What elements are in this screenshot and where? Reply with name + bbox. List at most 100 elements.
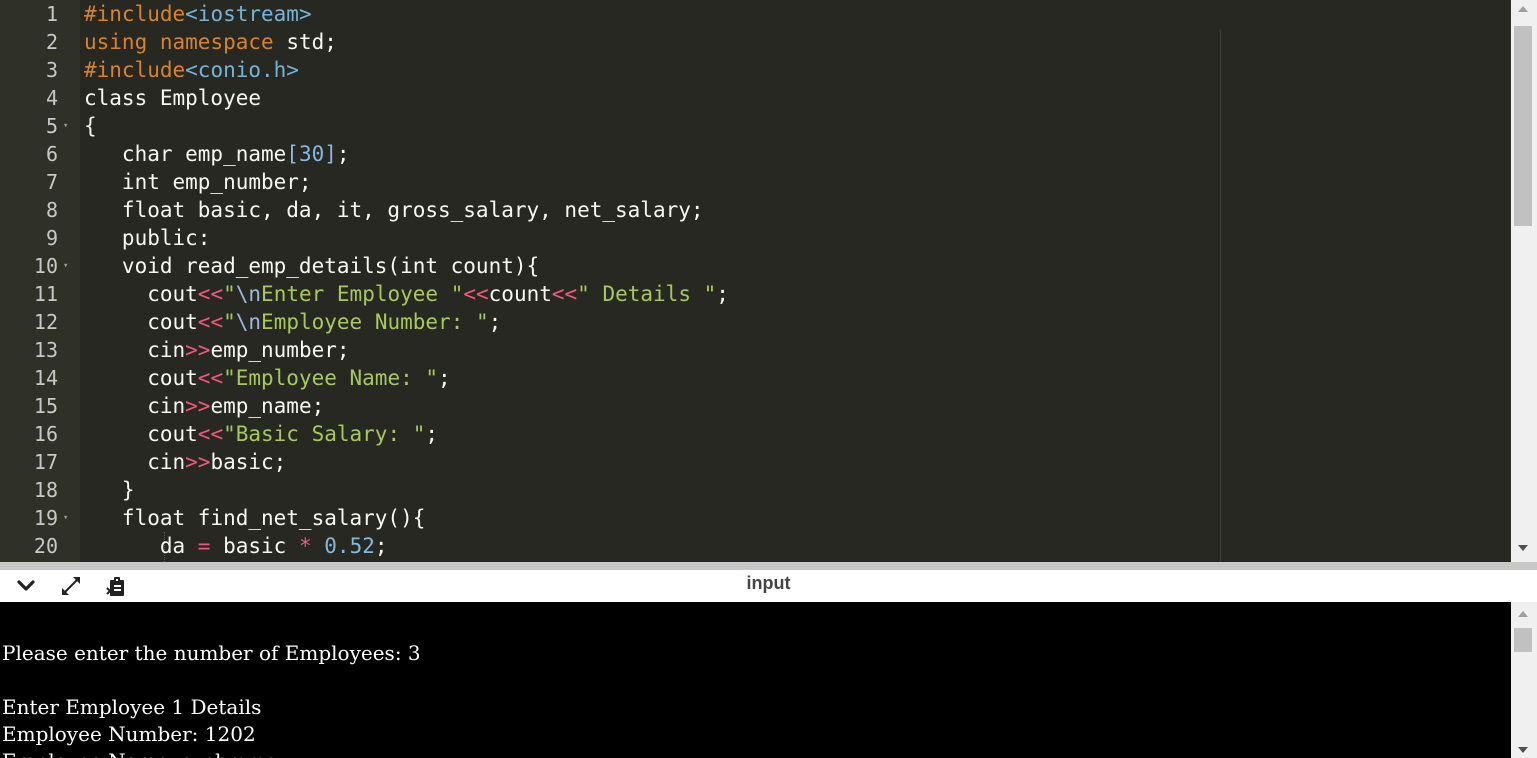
code-token: emp_number; bbox=[210, 338, 350, 362]
code-token: int emp_number; bbox=[84, 170, 312, 194]
console-line: Employee Name: sushmma bbox=[2, 748, 278, 758]
line-number-gutter: 1 2 3 4 5 ▾ 6 7 8 9 10 ▾ 11 12 13 14 15 16 17 18 19 ▾ 20 bbox=[0, 0, 78, 562]
code-token: >> bbox=[185, 450, 211, 474]
panel-splitter[interactable] bbox=[0, 562, 1537, 570]
code-token: 30 bbox=[298, 142, 325, 166]
code-line[interactable]: cin>>basic; bbox=[84, 448, 286, 476]
code-token: ; bbox=[374, 534, 388, 558]
code-token: float find_net_salary(){ bbox=[84, 506, 426, 530]
code-token: cin bbox=[84, 450, 186, 474]
code-token: ; bbox=[425, 422, 439, 446]
console-output[interactable]: Please enter the number of Employees: 3 E… bbox=[0, 602, 1511, 758]
code-token: >> bbox=[185, 338, 211, 362]
code-line[interactable]: cout<<"Employee Name: "; bbox=[84, 364, 451, 392]
code-token: \n bbox=[235, 282, 262, 306]
editor-scroll-thumb[interactable] bbox=[1514, 26, 1532, 226]
code-line[interactable]: #include<iostream> bbox=[84, 0, 312, 28]
code-token: #include bbox=[84, 58, 186, 82]
code-token: std; bbox=[273, 30, 337, 54]
code-token: basic bbox=[210, 534, 299, 558]
scroll-up-arrow-icon[interactable] bbox=[1518, 6, 1528, 12]
line-number: 14 bbox=[33, 366, 58, 390]
scroll-down-arrow-icon[interactable] bbox=[1518, 545, 1528, 551]
code-token: ; bbox=[716, 282, 729, 306]
scroll-up-arrow-icon[interactable] bbox=[1518, 611, 1528, 617]
code-line[interactable]: } bbox=[84, 476, 135, 504]
io-panel-title: input bbox=[746, 573, 791, 593]
code-token: "Employee Name: " bbox=[223, 366, 439, 390]
code-token: float basic, da, it, gross_salary, net_s… bbox=[84, 198, 704, 222]
console-line: Employee Number: 1202 bbox=[2, 722, 256, 746]
code-token: char emp_name bbox=[84, 142, 287, 166]
code-line[interactable]: { bbox=[84, 112, 97, 140]
code-token: ; bbox=[336, 142, 350, 166]
code-token: * bbox=[298, 534, 312, 558]
code-token: Enter Employee bbox=[261, 282, 451, 306]
line-number: 20 bbox=[33, 534, 58, 558]
code-token: using bbox=[84, 30, 148, 54]
code-line[interactable]: cin>>emp_number; bbox=[84, 336, 350, 364]
editor-scrollbar[interactable] bbox=[1511, 0, 1537, 562]
fold-toggle-icon[interactable]: ▾ bbox=[63, 252, 73, 280]
code-token: Employee Number: bbox=[261, 310, 476, 334]
code-line[interactable]: float basic, da, it, gross_salary, net_s… bbox=[84, 196, 704, 224]
code-line[interactable]: class Employee bbox=[84, 84, 261, 112]
code-token: << bbox=[197, 282, 224, 306]
code-token: public: bbox=[84, 226, 211, 250]
code-line[interactable]: cin>>emp_name; bbox=[84, 392, 324, 420]
code-editor[interactable]: 1 2 3 4 5 ▾ 6 7 8 9 10 ▾ 11 12 13 14 15 16 17 18 19 ▾ 20 #incl… bbox=[0, 0, 1537, 562]
scroll-down-arrow-icon[interactable] bbox=[1518, 747, 1528, 753]
code-token: emp_name; bbox=[210, 394, 325, 418]
code-token: cout bbox=[84, 422, 198, 446]
code-area[interactable]: #include<iostream> using namespace std; #i… bbox=[80, 0, 1510, 562]
code-line[interactable]: cout<<"\nEmployee Number: "; bbox=[84, 308, 501, 336]
line-number: 8 bbox=[45, 198, 58, 222]
io-toolbar: input bbox=[0, 570, 1537, 603]
code-token: 0.52 bbox=[324, 534, 375, 558]
code-token: >> bbox=[185, 394, 211, 418]
code-line[interactable]: float find_net_salary(){ bbox=[84, 504, 425, 532]
code-line[interactable]: public: bbox=[84, 224, 211, 252]
line-number: 11 bbox=[33, 282, 58, 306]
code-token: [ bbox=[286, 142, 299, 166]
line-number: 16 bbox=[33, 422, 58, 446]
code-token: = bbox=[197, 534, 211, 558]
console-line: Please enter the number of Employees: 3 bbox=[2, 641, 421, 665]
line-number: 5 bbox=[45, 114, 58, 138]
code-token: << bbox=[463, 282, 489, 306]
console-scroll-thumb[interactable] bbox=[1514, 628, 1532, 652]
code-token: << bbox=[551, 282, 578, 306]
line-number: 7 bbox=[45, 170, 58, 194]
code-line[interactable]: int emp_number; bbox=[84, 168, 312, 196]
code-token: cout bbox=[84, 282, 198, 306]
code-token: namespace bbox=[159, 30, 274, 54]
code-line[interactable]: da = basic * 0.52; bbox=[84, 532, 388, 560]
line-number: 3 bbox=[45, 58, 58, 82]
fold-toggle-icon[interactable]: ▾ bbox=[63, 112, 73, 140]
code-line[interactable]: cout<<"Basic Salary: "; bbox=[84, 420, 438, 448]
code-line[interactable]: void read_emp_details(int count){ bbox=[84, 252, 539, 280]
line-number: 19 bbox=[33, 506, 58, 530]
code-token: cout bbox=[84, 366, 198, 390]
code-token: void read_emp_details(int count){ bbox=[84, 254, 540, 278]
code-token: ; bbox=[438, 366, 451, 390]
code-token: basic; bbox=[210, 450, 287, 474]
line-number: 2 bbox=[45, 30, 58, 54]
code-line[interactable]: using namespace std; bbox=[84, 28, 337, 56]
line-number: 15 bbox=[33, 394, 58, 418]
code-token: " Details " bbox=[577, 282, 717, 306]
console-line: Enter Employee 1 Details bbox=[2, 695, 262, 719]
code-line[interactable]: cout<<"\nEnter Employee "<<count<<" Deta… bbox=[84, 280, 729, 308]
code-token: da bbox=[84, 534, 198, 558]
code-token: << bbox=[197, 310, 224, 334]
code-token: cin bbox=[84, 338, 186, 362]
code-token: cin bbox=[84, 394, 186, 418]
code-line[interactable]: #include<conio.h> bbox=[84, 56, 299, 84]
console-scrollbar[interactable] bbox=[1511, 602, 1537, 758]
fold-toggle-icon[interactable]: ▾ bbox=[63, 504, 73, 532]
code-token: count bbox=[488, 282, 552, 306]
code-line[interactable]: char emp_name[30]; bbox=[84, 140, 350, 168]
code-token: << bbox=[197, 422, 224, 446]
line-number: 6 bbox=[45, 142, 58, 166]
